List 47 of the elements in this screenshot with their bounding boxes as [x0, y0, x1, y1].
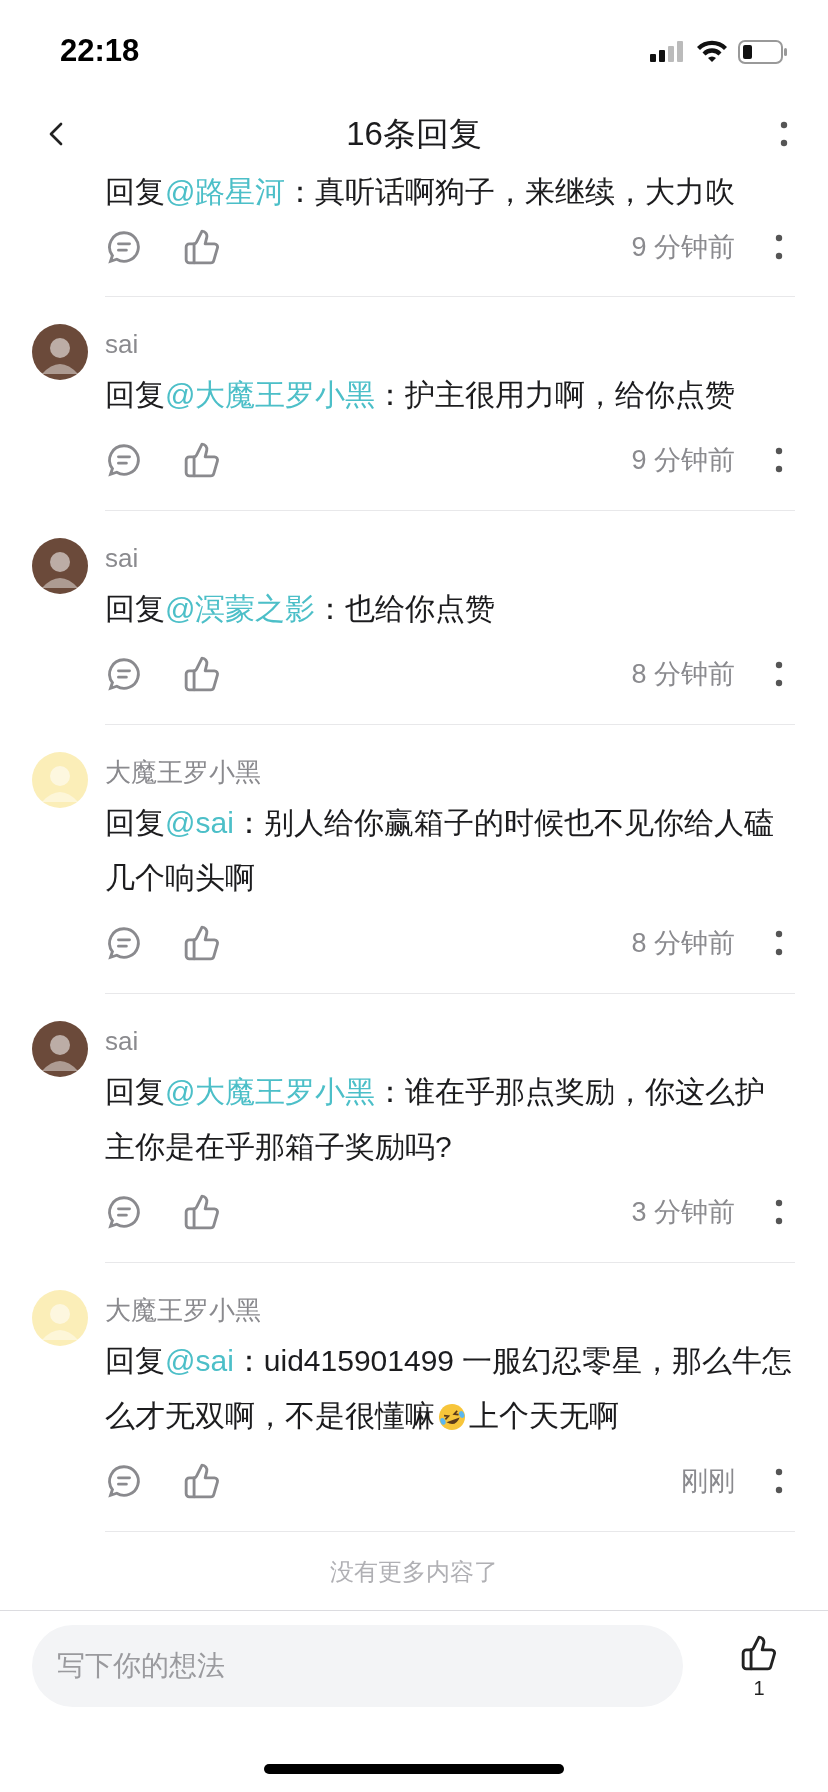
comment-text: 回复@大魔王罗小黑：谁在乎那点奖励，你这么护主你是在乎那箱子奖励吗? — [105, 1074, 767, 1165]
comment-icon[interactable] — [105, 1462, 143, 1500]
timestamp: 9 分钟前 — [631, 443, 735, 477]
author-name[interactable]: sai — [105, 1021, 795, 1061]
comment-icon[interactable] — [105, 228, 143, 266]
wifi-icon — [696, 39, 728, 64]
more-icon[interactable] — [775, 234, 783, 260]
like-icon[interactable] — [183, 441, 221, 479]
signal-icon — [650, 39, 686, 64]
like-icon[interactable] — [183, 924, 221, 962]
end-of-list-note: 没有更多内容了 — [330, 1557, 498, 1587]
author-name[interactable]: sai — [105, 324, 795, 364]
avatar[interactable] — [32, 324, 88, 380]
more-icon[interactable] — [775, 447, 783, 473]
comment-text: 回复@溟蒙之影：也给你点赞 — [105, 591, 497, 627]
author-name[interactable]: 大魔王罗小黑 — [105, 1290, 795, 1330]
timestamp: 8 分钟前 — [631, 926, 735, 960]
more-icon[interactable] — [780, 120, 788, 147]
timestamp: 3 分钟前 — [631, 1195, 735, 1229]
avatar[interactable] — [32, 1021, 88, 1077]
battery-icon — [738, 38, 788, 65]
comment-text: 回复@路星河：真听话啊狗子，来继续，大力吹 — [105, 174, 737, 210]
more-icon[interactable] — [775, 930, 783, 956]
like-icon[interactable] — [183, 1462, 221, 1500]
comment-icon[interactable] — [105, 924, 143, 962]
status-time: 22:18 — [60, 32, 140, 71]
page-title: 16条回复 — [345, 113, 483, 154]
comment-icon[interactable] — [105, 441, 143, 479]
more-icon[interactable] — [775, 1199, 783, 1225]
comment-icon[interactable] — [105, 655, 143, 693]
like-icon[interactable] — [183, 228, 221, 266]
comment-text: 回复@大魔王罗小黑：护主很用力啊，给你点赞 — [105, 377, 737, 413]
laughing-emoji-icon — [437, 1402, 467, 1432]
like-icon[interactable] — [183, 655, 221, 693]
comment-text: 回复@sai：别人给你赢箱子的时候也不见你给人磕几个响头啊 — [105, 805, 775, 896]
author-name[interactable]: 大魔王罗小黑 — [105, 752, 795, 792]
like-icon[interactable] — [183, 1193, 221, 1231]
avatar[interactable] — [32, 538, 88, 594]
more-icon[interactable] — [775, 661, 783, 687]
more-icon[interactable] — [775, 1468, 783, 1494]
comment-text: 回复@sai：uid415901499 一服幻忍零星，那么牛怎么才无双啊，不是很懂嘛 上个天无啊 — [105, 1343, 794, 1434]
comment-icon[interactable] — [105, 1193, 143, 1231]
timestamp: 9 分钟前 — [631, 230, 735, 264]
author-name[interactable]: sai — [105, 538, 795, 578]
timestamp: 刚刚 — [681, 1464, 735, 1498]
timestamp: 8 分钟前 — [631, 657, 735, 691]
comment-input[interactable]: 写下你的想法 — [32, 1625, 683, 1707]
